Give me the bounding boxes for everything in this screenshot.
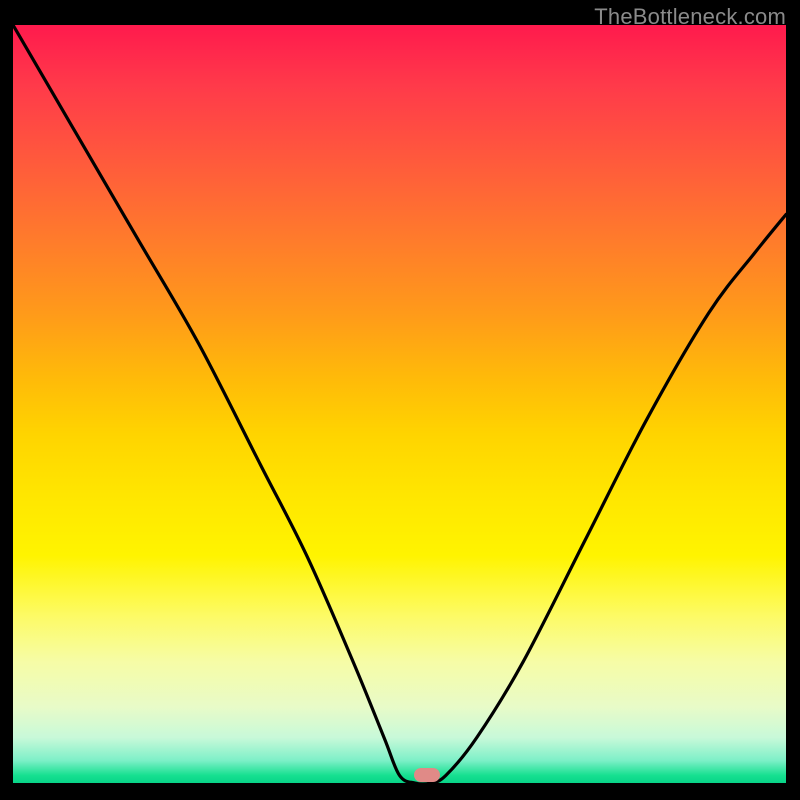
plot-area bbox=[13, 25, 786, 783]
chart-stage: TheBottleneck.com bbox=[0, 0, 800, 800]
bottleneck-curve bbox=[13, 25, 786, 783]
curve-path bbox=[13, 25, 786, 783]
optimum-marker bbox=[414, 768, 440, 782]
